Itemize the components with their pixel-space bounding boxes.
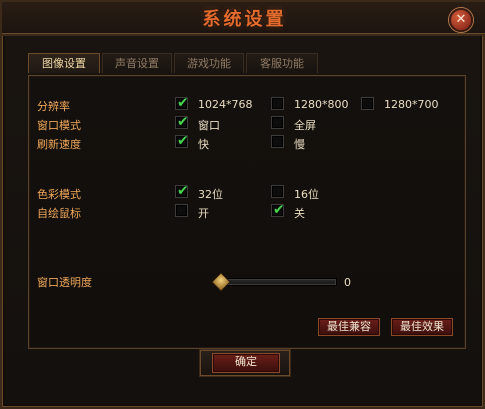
tab-panel-graphics	[28, 75, 466, 349]
color-16bit-checkbox[interactable]	[271, 185, 284, 198]
settings-dialog: 系统设置 ✕ 图像设置 声音设置 游戏功能 客服功能 分辨率 ✔ 1024*76…	[0, 0, 485, 409]
ok-button[interactable]: 确定	[212, 353, 280, 373]
dialog-title: 系统设置	[202, 9, 287, 30]
checkmark-icon: ✔	[177, 114, 189, 130]
window-opacity-value: 0	[344, 276, 351, 289]
tab-label: 客服功能	[260, 57, 304, 70]
color-mode-label: 色彩模式	[37, 188, 81, 201]
tab-graphics[interactable]: 图像设置	[28, 53, 100, 73]
checkmark-icon: ✔	[177, 95, 189, 111]
color-32bit-checkbox[interactable]: ✔	[175, 183, 189, 199]
resolution-1280x800-label: 1280*800	[294, 98, 349, 111]
close-icon[interactable]: ✕	[449, 8, 473, 32]
window-mode-windowed-checkbox[interactable]: ✔	[175, 114, 189, 130]
checkmark-icon: ✔	[177, 133, 189, 149]
best-effect-button[interactable]: 最佳效果	[391, 318, 453, 336]
refresh-slow-checkbox[interactable]	[271, 135, 284, 148]
color-32bit-label: 32位	[198, 188, 223, 201]
resolution-1024x768-label: 1024*768	[198, 98, 253, 111]
color-16bit-label: 16位	[294, 188, 319, 201]
best-compat-button[interactable]: 最佳兼容	[318, 318, 380, 336]
refresh-speed-label: 刷新速度	[37, 138, 81, 151]
tab-label: 游戏功能	[187, 57, 231, 70]
checkmark-icon: ✔	[273, 202, 285, 218]
resolution-label: 分辨率	[37, 100, 70, 113]
refresh-slow-label: 慢	[294, 138, 305, 151]
custom-cursor-on-label: 开	[198, 207, 209, 220]
tab-game-functions[interactable]: 游戏功能	[174, 53, 244, 73]
window-opacity-slider[interactable]	[215, 278, 337, 286]
custom-cursor-on-checkbox[interactable]	[175, 204, 188, 217]
tab-label: 图像设置	[42, 57, 86, 70]
refresh-fast-label: 快	[198, 138, 209, 151]
dialog-titlebar[interactable]: 系统设置 ✕	[2, 2, 485, 36]
resolution-1280x700-label: 1280*700	[384, 98, 439, 111]
tab-sound[interactable]: 声音设置	[102, 53, 172, 73]
window-opacity-label: 窗口透明度	[37, 276, 92, 289]
resolution-1280x700-checkbox[interactable]	[361, 97, 374, 110]
custom-cursor-off-label: 关	[294, 207, 305, 220]
window-mode-fullscreen-label: 全屏	[294, 119, 316, 132]
resolution-1024x768-checkbox[interactable]: ✔	[175, 95, 189, 111]
window-mode-fullscreen-checkbox[interactable]	[271, 116, 284, 129]
refresh-fast-checkbox[interactable]: ✔	[175, 133, 189, 149]
custom-cursor-off-checkbox[interactable]: ✔	[271, 202, 285, 218]
window-mode-label: 窗口模式	[37, 119, 81, 132]
tab-label: 声音设置	[115, 57, 159, 70]
tab-customer-service[interactable]: 客服功能	[246, 53, 318, 73]
custom-cursor-label: 自绘鼠标	[37, 207, 81, 220]
window-mode-windowed-label: 窗口	[198, 119, 220, 132]
resolution-1280x800-checkbox[interactable]	[271, 97, 284, 110]
checkmark-icon: ✔	[177, 183, 189, 199]
